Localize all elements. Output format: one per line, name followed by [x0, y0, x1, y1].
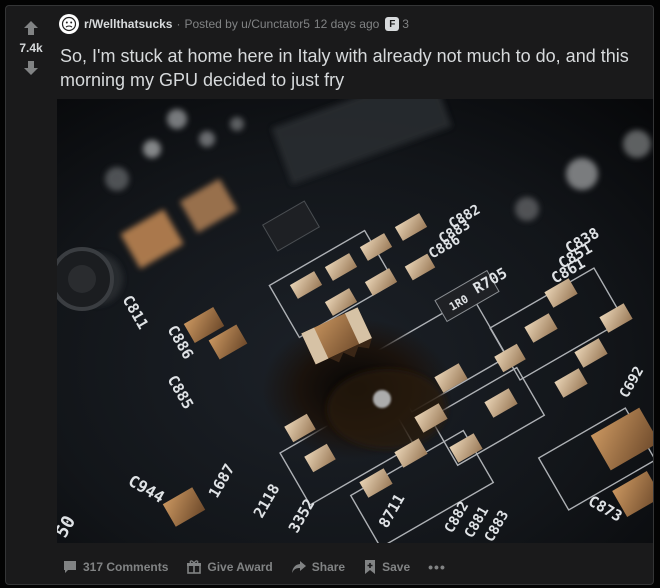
share-label: Share — [311, 560, 346, 574]
arrow-up-icon — [24, 21, 38, 35]
give-award-label: Give Award — [207, 560, 273, 574]
comments-label: 317 Comments — [83, 560, 169, 574]
subreddit-avatar-icon[interactable] — [59, 14, 79, 34]
save-label: Save — [382, 560, 411, 574]
comments-button[interactable]: 317 Comments — [60, 555, 170, 579]
gift-icon — [187, 560, 202, 574]
share-arrow-icon — [291, 561, 306, 573]
posted-by[interactable]: Posted by u/Cunctator5 — [184, 17, 309, 31]
more-dots-icon[interactable]: ••• — [426, 558, 448, 576]
share-button[interactable]: Share — [289, 555, 347, 579]
vote-bar: 7.4k — [6, 6, 56, 584]
comment-icon — [64, 561, 76, 573]
post-card[interactable]: 7.4k r/Wellthatsucks · Posted by u/Cunct… — [5, 5, 654, 585]
vote-score: 7.4k — [19, 41, 43, 55]
give-award-button[interactable]: Give Award — [184, 555, 274, 579]
downvote-button[interactable] — [21, 58, 41, 78]
meta-separator: · — [176, 17, 181, 31]
arrow-down-icon — [24, 61, 38, 75]
upvote-button[interactable] — [21, 18, 41, 38]
post-time[interactable]: 12 days ago — [314, 17, 379, 31]
post-content: r/Wellthatsucks · Posted by u/Cunctator5… — [56, 6, 653, 543]
post-image[interactable]: C811 C886 C885 C882 C883 C886 C838 C851 … — [57, 99, 653, 543]
award-count: 3 — [402, 17, 409, 31]
post-title[interactable]: So, I'm stuck at home here in Italy with… — [60, 44, 645, 92]
save-button[interactable]: Save — [361, 555, 412, 579]
post-meta: r/Wellthatsucks · Posted by u/Cunctator5… — [56, 6, 645, 42]
post-actions: 317 Comments Give Award Share Save ••• — [60, 551, 462, 583]
bookmark-icon — [365, 560, 376, 574]
subreddit-link[interactable]: r/Wellthatsucks — [84, 17, 172, 31]
award-badge-icon[interactable]: F — [385, 17, 400, 31]
